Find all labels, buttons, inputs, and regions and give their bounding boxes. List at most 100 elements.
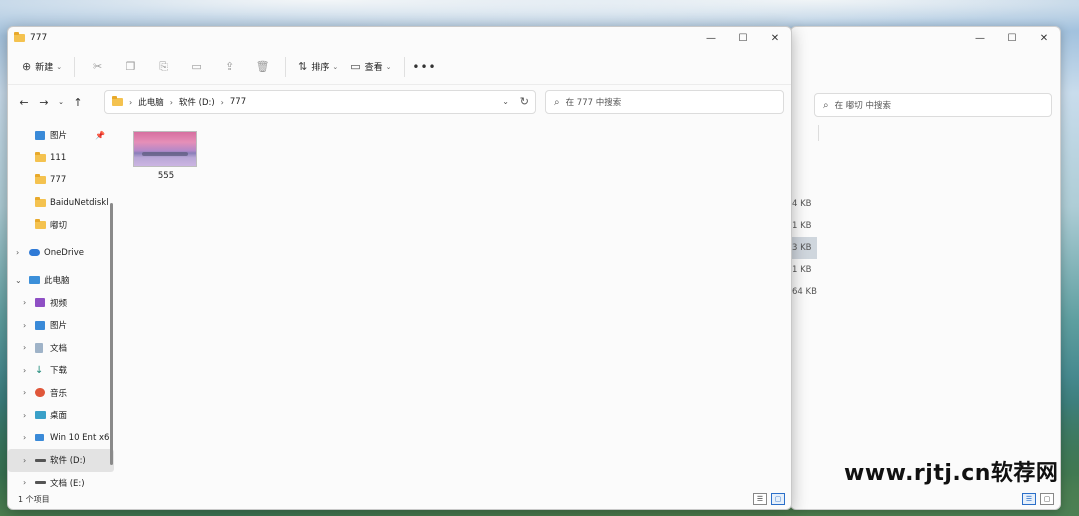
sidebar-item-pictures-pc[interactable]: › 图片: [8, 314, 114, 337]
sidebar-item-label: 音乐: [50, 388, 68, 399]
address-bar[interactable]: › 此电脑 › 软件 (D:) › 777 ⌄ ↻: [104, 90, 536, 114]
back-arrow-icon[interactable]: ←: [14, 90, 34, 114]
size-cell[interactable]: 64 KB: [791, 281, 817, 303]
sort-button[interactable]: ⇅ 排序 ⌄: [292, 55, 344, 79]
details-view-icon[interactable]: ☰: [1022, 493, 1036, 505]
chevron-right-icon[interactable]: ›: [23, 343, 26, 352]
new-button[interactable]: ⊕ 新建 ⌄: [16, 55, 68, 79]
documents-icon: [35, 342, 43, 353]
copy-icon[interactable]: ❐: [114, 55, 147, 79]
plus-circle-icon: ⊕: [22, 60, 32, 73]
chevron-right-icon[interactable]: ›: [16, 248, 19, 257]
sidebar-item-downloads[interactable]: › ↓ 下载: [8, 359, 114, 382]
chevron-right-icon[interactable]: ›: [23, 298, 26, 307]
item-count: 1 个项目: [18, 494, 50, 504]
sidebar-item-this-pc[interactable]: ⌄ 此电脑: [8, 269, 114, 292]
sidebar-item-baidunetdisk[interactable]: BaiduNetdiskl: [8, 192, 114, 215]
sidebar-item-label: 文档 (E:): [50, 478, 85, 489]
sidebar-item-jianqie[interactable]: 嘟切: [8, 214, 114, 237]
chevron-right-icon[interactable]: ›: [23, 433, 26, 442]
back-maximize-button[interactable]: ☐: [996, 27, 1028, 49]
computer-icon: [29, 276, 40, 285]
sidebar-item-windows-drive[interactable]: › Win 10 Ent x6: [8, 427, 114, 450]
more-options-button[interactable]: •••: [411, 55, 439, 79]
sidebar-item-documents[interactable]: › 文档: [8, 337, 114, 360]
paste-icon[interactable]: ⎘: [147, 55, 180, 79]
sidebar-item-label: 111: [50, 152, 67, 163]
back-minimize-button[interactable]: —: [964, 27, 996, 49]
chevron-right-icon[interactable]: ›: [23, 366, 26, 375]
share-icon[interactable]: ⇪: [213, 55, 246, 79]
back-search-input[interactable]: ⌕ 在 嘟切 中搜索: [814, 93, 1052, 117]
breadcrumb-chevron-icon[interactable]: ›: [170, 98, 173, 107]
close-button[interactable]: ✕: [759, 27, 791, 49]
view-button[interactable]: ▭ 查看 ⌄: [344, 55, 397, 79]
column-divider[interactable]: [818, 125, 819, 141]
back-search-placeholder: 在 嘟切 中搜索: [834, 101, 892, 111]
chevron-right-icon[interactable]: ›: [23, 456, 26, 465]
sidebar-item-onedrive[interactable]: › OneDrive: [8, 242, 114, 265]
size-cell[interactable]: 3 KB: [791, 237, 817, 259]
size-cell[interactable]: 1 KB: [791, 215, 817, 237]
recent-chevron-icon[interactable]: ⌄: [54, 90, 68, 114]
chevron-right-icon[interactable]: ›: [23, 388, 26, 397]
size-cell[interactable]: 1 KB: [791, 259, 817, 281]
back-titlebar[interactable]: — ☐ ✕: [791, 27, 1060, 49]
sidebar-item-label: 图片: [50, 131, 68, 142]
chevron-right-icon[interactable]: ›: [23, 478, 26, 487]
file-item[interactable]: 555: [133, 131, 199, 181]
titlebar[interactable]: 777 — ☐ ✕: [8, 27, 791, 49]
tiles-view-icon[interactable]: ▢: [771, 493, 785, 505]
minimize-button[interactable]: —: [695, 27, 727, 49]
sidebar-item-label: BaiduNetdiskl: [50, 197, 109, 208]
search-icon: ⌕: [823, 99, 829, 111]
forward-arrow-icon[interactable]: →: [34, 90, 54, 114]
back-explorer-window[interactable]: — ☐ ✕ ⌕ 在 嘟切 中搜索 4 KB 1 KB 3 KB 1 KB 64 …: [790, 26, 1061, 510]
refresh-icon[interactable]: ↻: [520, 95, 529, 108]
toolbar-divider: [403, 56, 405, 77]
explorer-window[interactable]: 777 — ☐ ✕ ⊕ 新建 ⌄ ✂ ❐ ⎘ ▭ ⇪ 🗑 ⇅ 排序 ⌄ ▭ 查看…: [7, 26, 792, 510]
details-view-icon[interactable]: ☰: [753, 493, 767, 505]
chevron-right-icon[interactable]: ›: [23, 411, 26, 420]
sidebar-item-111[interactable]: 111: [8, 147, 114, 170]
rename-icon[interactable]: ▭: [180, 55, 213, 79]
sidebar-item-music[interactable]: › 音乐: [8, 382, 114, 405]
sidebar-item-777[interactable]: 777: [8, 169, 114, 192]
chevron-right-icon[interactable]: ›: [23, 321, 26, 330]
view-label: 查看: [364, 63, 383, 73]
sidebar-item-pictures[interactable]: 图片 📌: [8, 124, 114, 147]
cut-icon[interactable]: ✂: [81, 55, 114, 79]
sidebar-item-label: 视频: [50, 298, 68, 309]
file-list: 555: [114, 119, 791, 489]
sidebar-item-drive-d[interactable]: › 软件 (D:): [8, 449, 114, 472]
music-icon: [35, 388, 45, 398]
watermark-text: www.rjtj.cn软荐网: [844, 461, 1059, 486]
breadcrumb-chevron-icon[interactable]: ›: [129, 98, 132, 107]
breadcrumb-drive-d[interactable]: 软件 (D:): [179, 96, 215, 108]
folder-icon: [14, 32, 25, 42]
sidebar-item-desktop[interactable]: › 桌面: [8, 404, 114, 427]
windows-drive-icon: [35, 434, 44, 442]
cloud-icon: [29, 249, 40, 257]
folder-icon: [35, 219, 46, 230]
delete-icon[interactable]: 🗑: [246, 55, 279, 79]
up-arrow-icon[interactable]: ↑: [68, 90, 88, 114]
breadcrumb-this-pc[interactable]: 此电脑: [138, 96, 164, 108]
back-close-button[interactable]: ✕: [1028, 27, 1060, 49]
chevron-down-icon[interactable]: ⌄: [15, 276, 22, 285]
sidebar-item-label: OneDrive: [44, 247, 84, 258]
breadcrumb-folder-777[interactable]: 777: [230, 97, 246, 107]
navigation-pane: 图片 📌 111 777 BaiduNetdiskl 嘟切 › OneDrive…: [8, 119, 114, 489]
size-cell[interactable]: 4 KB: [791, 193, 817, 215]
address-dropdown-icon[interactable]: ⌄: [502, 97, 509, 106]
folder-icon: [112, 96, 123, 106]
sidebar-item-videos[interactable]: › 视频: [8, 292, 114, 315]
drive-icon: [35, 458, 46, 462]
tiles-view-icon[interactable]: ▢: [1040, 493, 1054, 505]
sort-icon: ⇅: [298, 60, 308, 73]
sidebar-scrollbar[interactable]: [110, 203, 113, 465]
maximize-button[interactable]: ☐: [727, 27, 759, 49]
image-thumbnail[interactable]: [133, 131, 197, 167]
search-input[interactable]: ⌕ 在 777 中搜索: [545, 90, 784, 114]
breadcrumb-chevron-icon[interactable]: ›: [221, 98, 224, 107]
